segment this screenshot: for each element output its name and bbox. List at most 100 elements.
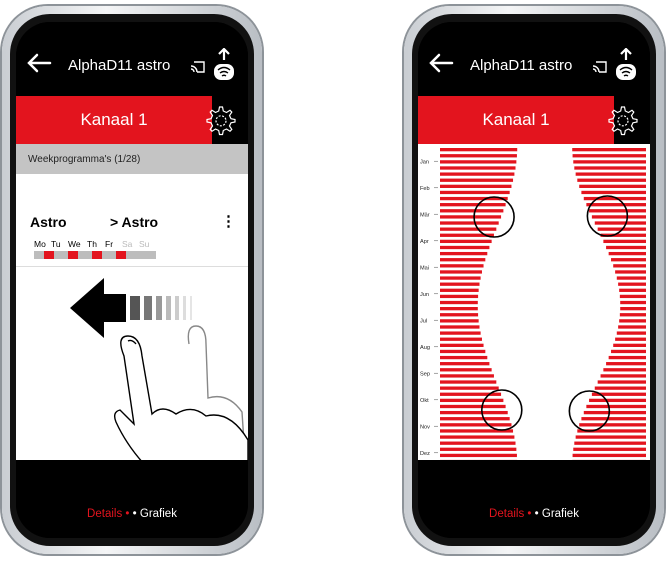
morning-bar [440,190,510,195]
morning-bar [440,435,515,439]
morning-bar [440,221,499,225]
evening-bar [618,282,646,286]
evening-bar [603,239,646,244]
evening-bar [620,300,646,305]
more-menu-icon[interactable]: ⋮ [221,212,236,230]
day-bar [44,251,54,259]
morning-bar [440,251,488,256]
details-content: Weekprogramma's (1/28) Astro > Astro ⋮ M… [16,144,248,504]
router-icon[interactable] [614,48,638,82]
morning-bar [440,300,478,305]
month-label: Sep [420,371,430,377]
evening-bar [572,154,646,158]
morning-bar [440,374,494,378]
morning-bar [440,178,514,182]
evening-bar [574,441,646,445]
app-title: AlphaD11 astro [470,57,573,74]
morning-bar [440,362,490,366]
back-arrow-icon[interactable] [26,52,52,74]
evening-bar [594,221,646,225]
phone-bezel: AlphaD11 astro Kanaal 1 Jan Feb Mär Apr [412,14,656,546]
evening-bar [608,251,646,256]
day-bar [126,251,156,259]
left-phone: AlphaD11 astro Kanaal 1 Weekprogramma's … [2,6,262,554]
evening-bar [574,166,646,170]
evening-bar [615,270,646,274]
morning-bar [440,355,488,360]
evening-bar [572,453,646,458]
morning-bar [440,423,512,427]
evening-bar [573,160,646,164]
morning-bar [440,380,497,384]
tab-grafiek[interactable]: Grafiek [542,508,579,520]
morning-bar [440,258,486,262]
tab-details[interactable]: Details [87,508,122,520]
evening-bar [572,148,646,152]
evening-bar [589,398,646,403]
bottom-bar: Details • • Grafiek [16,460,248,538]
program-row[interactable]: Astro > Astro ⋮ Mo Tu We Th Fr Sa Su [16,186,248,267]
morning-bar [440,337,482,341]
morning-bar [440,203,506,207]
evening-bar [575,435,646,439]
gear-icon[interactable] [204,104,236,136]
view-tabs: Details • • Grafiek [16,508,248,520]
morning-bar [440,398,504,403]
right-screen: AlphaD11 astro Kanaal 1 Jan Feb Mär Apr [418,22,650,538]
evening-bar [619,288,646,292]
morning-bar [440,410,508,415]
channel-button[interactable]: Kanaal 1 [418,96,614,144]
tab-details[interactable]: Details [489,508,524,520]
evening-bar [597,380,646,384]
cast-icon[interactable] [190,60,206,74]
morning-bar [440,160,517,164]
tab-dot: • [527,508,532,520]
month-label: Mär [420,212,430,218]
day-bar [68,251,78,259]
month-label: Jun [420,292,429,298]
cast-icon[interactable] [592,60,608,74]
morning-bar [440,184,512,188]
morning-bar [440,172,515,176]
day-bar [78,251,92,259]
view-tabs: Details • • Grafiek [418,508,650,520]
router-icon[interactable] [212,48,236,82]
channel-button[interactable]: Kanaal 1 [16,96,212,144]
morning-bar [440,245,490,250]
swipe-left-arrow-icon [70,278,192,338]
evening-bar [619,319,646,323]
morning-bar [440,294,479,299]
day-label-we: We [68,239,81,249]
top-bar: AlphaD11 astro [418,22,650,96]
morning-bar [440,270,482,274]
graph-content: JanFebMärAprMaiJunJulAugSepOktNovDez0481… [418,144,650,482]
morning-bar [440,166,516,170]
evening-bar [616,276,646,280]
month-label: Dez [420,451,430,457]
evening-bar [615,337,646,341]
evening-bar [581,417,646,421]
app-title: AlphaD11 astro [68,57,171,74]
morning-bar [440,368,492,372]
bottom-bar: Details • • Grafiek [418,460,650,538]
month-label: Jul [420,318,427,324]
program-to: > Astro [110,214,159,230]
evening-bar [579,423,646,427]
day-label-mo: Mo [34,239,46,249]
morning-bar [440,264,484,268]
morning-bar [440,307,478,311]
evening-bar [611,349,646,354]
evening-bar [589,209,646,213]
day-bar [92,251,102,259]
morning-bar [440,215,502,219]
morning-bar [440,239,492,244]
gear-icon[interactable] [606,104,638,136]
evening-bar [583,410,646,415]
back-arrow-icon[interactable] [428,52,454,74]
evening-bar [613,264,646,268]
month-label: Mai [420,265,429,271]
tab-grafiek[interactable]: Grafiek [140,508,177,520]
morning-bar [440,404,506,409]
month-label: Nov [420,424,430,430]
morning-bar [440,209,504,213]
